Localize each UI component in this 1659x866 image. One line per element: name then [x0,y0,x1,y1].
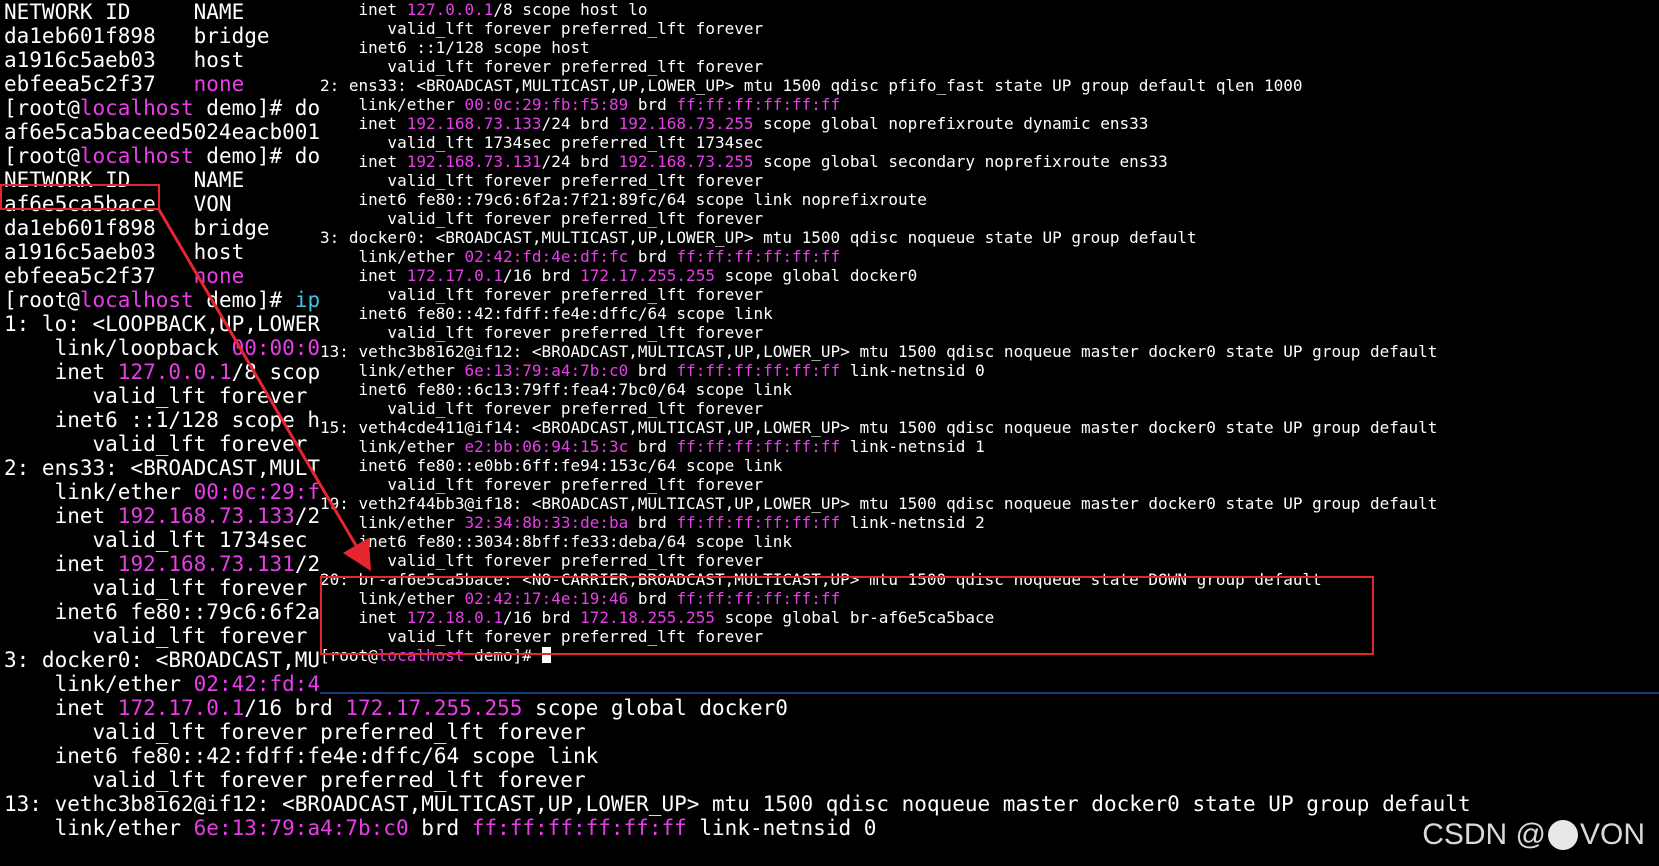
avatar-dot-icon [1547,820,1578,850]
watermark-prefix: CSDN @ [1422,818,1546,851]
csdn-watermark: CSDN @ VON [1422,818,1645,852]
arrow-line [156,207,372,572]
red-arrow-annotation [156,207,372,572]
watermark-suffix: VON [1579,818,1645,851]
